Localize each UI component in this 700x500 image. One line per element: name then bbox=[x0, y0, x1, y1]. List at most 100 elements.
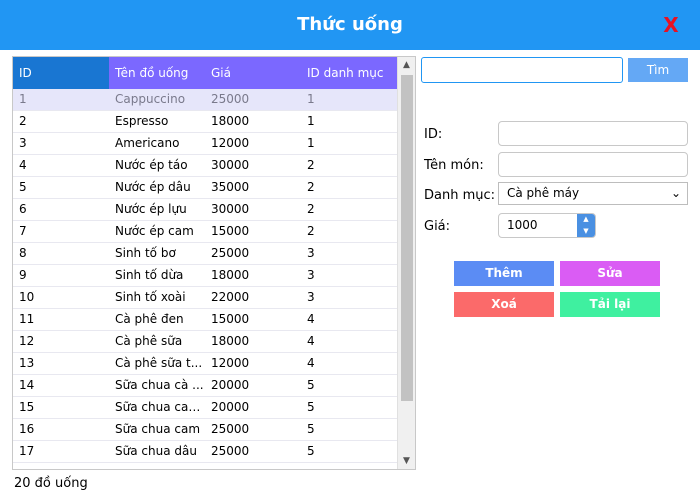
chevron-down-icon: ⌄ bbox=[670, 186, 681, 200]
category-label: Danh mục: bbox=[424, 188, 496, 203]
cell-id: 12 bbox=[19, 334, 35, 348]
cell-id: 15 bbox=[19, 400, 35, 414]
chevron-down-icon[interactable]: ▼ bbox=[398, 453, 415, 469]
cell-name: Sinh tố dừa bbox=[115, 268, 184, 282]
cell-name: Espresso bbox=[115, 114, 169, 128]
name-field[interactable] bbox=[498, 152, 688, 177]
cell-price: 15000 bbox=[211, 224, 250, 238]
table-row[interactable]: 3 Americano 12000 1 bbox=[13, 133, 397, 155]
cell-id: 6 bbox=[19, 202, 27, 216]
cell-id: 9 bbox=[19, 268, 27, 282]
drinks-table: ID Tên đồ uống Giá ID danh mục 1 Cappucci… bbox=[12, 56, 416, 470]
cell-price: 12000 bbox=[211, 356, 250, 370]
cell-category-id: 2 bbox=[307, 180, 315, 194]
id-field[interactable] bbox=[498, 121, 688, 146]
category-select-value: Cà phê máy bbox=[507, 186, 580, 200]
cell-price: 25000 bbox=[211, 246, 250, 260]
price-label: Giá: bbox=[424, 219, 451, 234]
cell-price: 15000 bbox=[211, 312, 250, 326]
table-row[interactable]: 1 Cappuccino 25000 1 bbox=[13, 89, 397, 111]
add-button[interactable]: Thêm bbox=[454, 261, 554, 286]
table-row[interactable]: 7 Nước ép cam 15000 2 bbox=[13, 221, 397, 243]
reload-button[interactable]: Tải lại bbox=[560, 292, 660, 317]
table-header: ID Tên đồ uống Giá ID danh mục bbox=[13, 57, 397, 89]
cell-category-id: 1 bbox=[307, 114, 315, 128]
cell-price: 25000 bbox=[211, 422, 250, 436]
cell-name: Sinh tố bơ bbox=[115, 246, 176, 260]
table-row[interactable]: 15 Sữa chua cac... 20000 5 bbox=[13, 397, 397, 419]
drinks-window: Thức uống X ID Tên đồ uống Giá ID danh m… bbox=[0, 0, 700, 500]
cell-price: 35000 bbox=[211, 180, 250, 194]
cell-id: 4 bbox=[19, 158, 27, 172]
table-row[interactable]: 8 Sinh tố bơ 25000 3 bbox=[13, 243, 397, 265]
cell-id: 10 bbox=[19, 290, 35, 304]
table-row[interactable]: 14 Sữa chua cà ... 20000 5 bbox=[13, 375, 397, 397]
cell-id: 5 bbox=[19, 180, 27, 194]
cell-name: Cappuccino bbox=[115, 92, 186, 106]
price-stepper[interactable]: 1000 ▲ ▼ bbox=[498, 213, 596, 238]
title-bar: Thức uống X bbox=[0, 0, 700, 50]
cell-name: Sữa chua cam bbox=[115, 422, 201, 436]
cell-category-id: 2 bbox=[307, 202, 315, 216]
cell-name: Cà phê đen bbox=[115, 312, 184, 326]
scrollbar-thumb[interactable] bbox=[401, 75, 413, 401]
name-label: Tên món: bbox=[424, 158, 484, 173]
close-button[interactable]: X bbox=[660, 12, 682, 38]
cell-name: Sữa chua cà ... bbox=[115, 378, 204, 392]
cell-category-id: 4 bbox=[307, 356, 315, 370]
cell-price: 18000 bbox=[211, 114, 250, 128]
cell-name: Nước ép cam bbox=[115, 224, 194, 238]
cell-id: 11 bbox=[19, 312, 35, 326]
table-row[interactable]: 5 Nước ép dâu 35000 2 bbox=[13, 177, 397, 199]
table-row[interactable]: 17 Sữa chua dâu 25000 5 bbox=[13, 441, 397, 463]
cell-price: 12000 bbox=[211, 136, 250, 150]
cell-name: Cà phê sữa t... bbox=[115, 356, 203, 370]
cell-price: 20000 bbox=[211, 400, 250, 414]
drink-count-label: 20 đồ uống bbox=[14, 476, 88, 491]
column-header-name[interactable]: Tên đồ uống bbox=[109, 57, 205, 89]
cell-category-id: 5 bbox=[307, 444, 315, 458]
cell-category-id: 1 bbox=[307, 136, 315, 150]
cell-id: 13 bbox=[19, 356, 35, 370]
cell-price: 22000 bbox=[211, 290, 250, 304]
cell-category-id: 3 bbox=[307, 246, 315, 260]
cell-category-id: 4 bbox=[307, 312, 315, 326]
cell-price: 18000 bbox=[211, 268, 250, 282]
increment-icon[interactable]: ▲ bbox=[577, 214, 595, 225]
decrement-icon[interactable]: ▼ bbox=[577, 226, 595, 237]
stepper-buttons: ▲ ▼ bbox=[577, 214, 595, 237]
cell-price: 18000 bbox=[211, 334, 250, 348]
cell-name: Nước ép táo bbox=[115, 158, 188, 172]
cell-id: 17 bbox=[19, 444, 35, 458]
column-header-category-id[interactable]: ID danh mục bbox=[301, 57, 397, 89]
column-header-price[interactable]: Giá bbox=[205, 57, 301, 89]
table-row[interactable]: 10 Sinh tố xoài 22000 3 bbox=[13, 287, 397, 309]
price-value: 1000 bbox=[507, 218, 538, 232]
cell-category-id: 5 bbox=[307, 378, 315, 392]
table-row[interactable]: 4 Nước ép táo 30000 2 bbox=[13, 155, 397, 177]
cell-name: Sữa chua dâu bbox=[115, 444, 197, 458]
table-row[interactable]: 2 Espresso 18000 1 bbox=[13, 111, 397, 133]
table-row[interactable]: 12 Cà phê sữa 18000 4 bbox=[13, 331, 397, 353]
search-button[interactable]: Tìm bbox=[628, 58, 688, 82]
column-header-id[interactable]: ID bbox=[13, 57, 109, 89]
cell-name: Nước ép dâu bbox=[115, 180, 191, 194]
table-row[interactable]: 6 Nước ép lựu 30000 2 bbox=[13, 199, 397, 221]
chevron-up-icon[interactable]: ▲ bbox=[398, 57, 415, 73]
category-select[interactable]: Cà phê máy ⌄ bbox=[498, 182, 688, 205]
cell-name: Americano bbox=[115, 136, 180, 150]
cell-id: 3 bbox=[19, 136, 27, 150]
table-row[interactable]: 11 Cà phê đen 15000 4 bbox=[13, 309, 397, 331]
vertical-scrollbar[interactable]: ▲ ▼ bbox=[397, 57, 415, 469]
search-input[interactable] bbox=[421, 57, 623, 83]
cell-category-id: 4 bbox=[307, 334, 315, 348]
table-body: 1 Cappuccino 25000 1 2 Espresso 18000 1 3 America… bbox=[13, 89, 397, 463]
delete-button[interactable]: Xoá bbox=[454, 292, 554, 317]
table-row[interactable]: 9 Sinh tố dừa 18000 3 bbox=[13, 265, 397, 287]
table-row[interactable]: 13 Cà phê sữa t... 12000 4 bbox=[13, 353, 397, 375]
cell-id: 2 bbox=[19, 114, 27, 128]
edit-button[interactable]: Sửa bbox=[560, 261, 660, 286]
table-row[interactable]: 16 Sữa chua cam 25000 5 bbox=[13, 419, 397, 441]
cell-price: 30000 bbox=[211, 158, 250, 172]
cell-price: 30000 bbox=[211, 202, 250, 216]
